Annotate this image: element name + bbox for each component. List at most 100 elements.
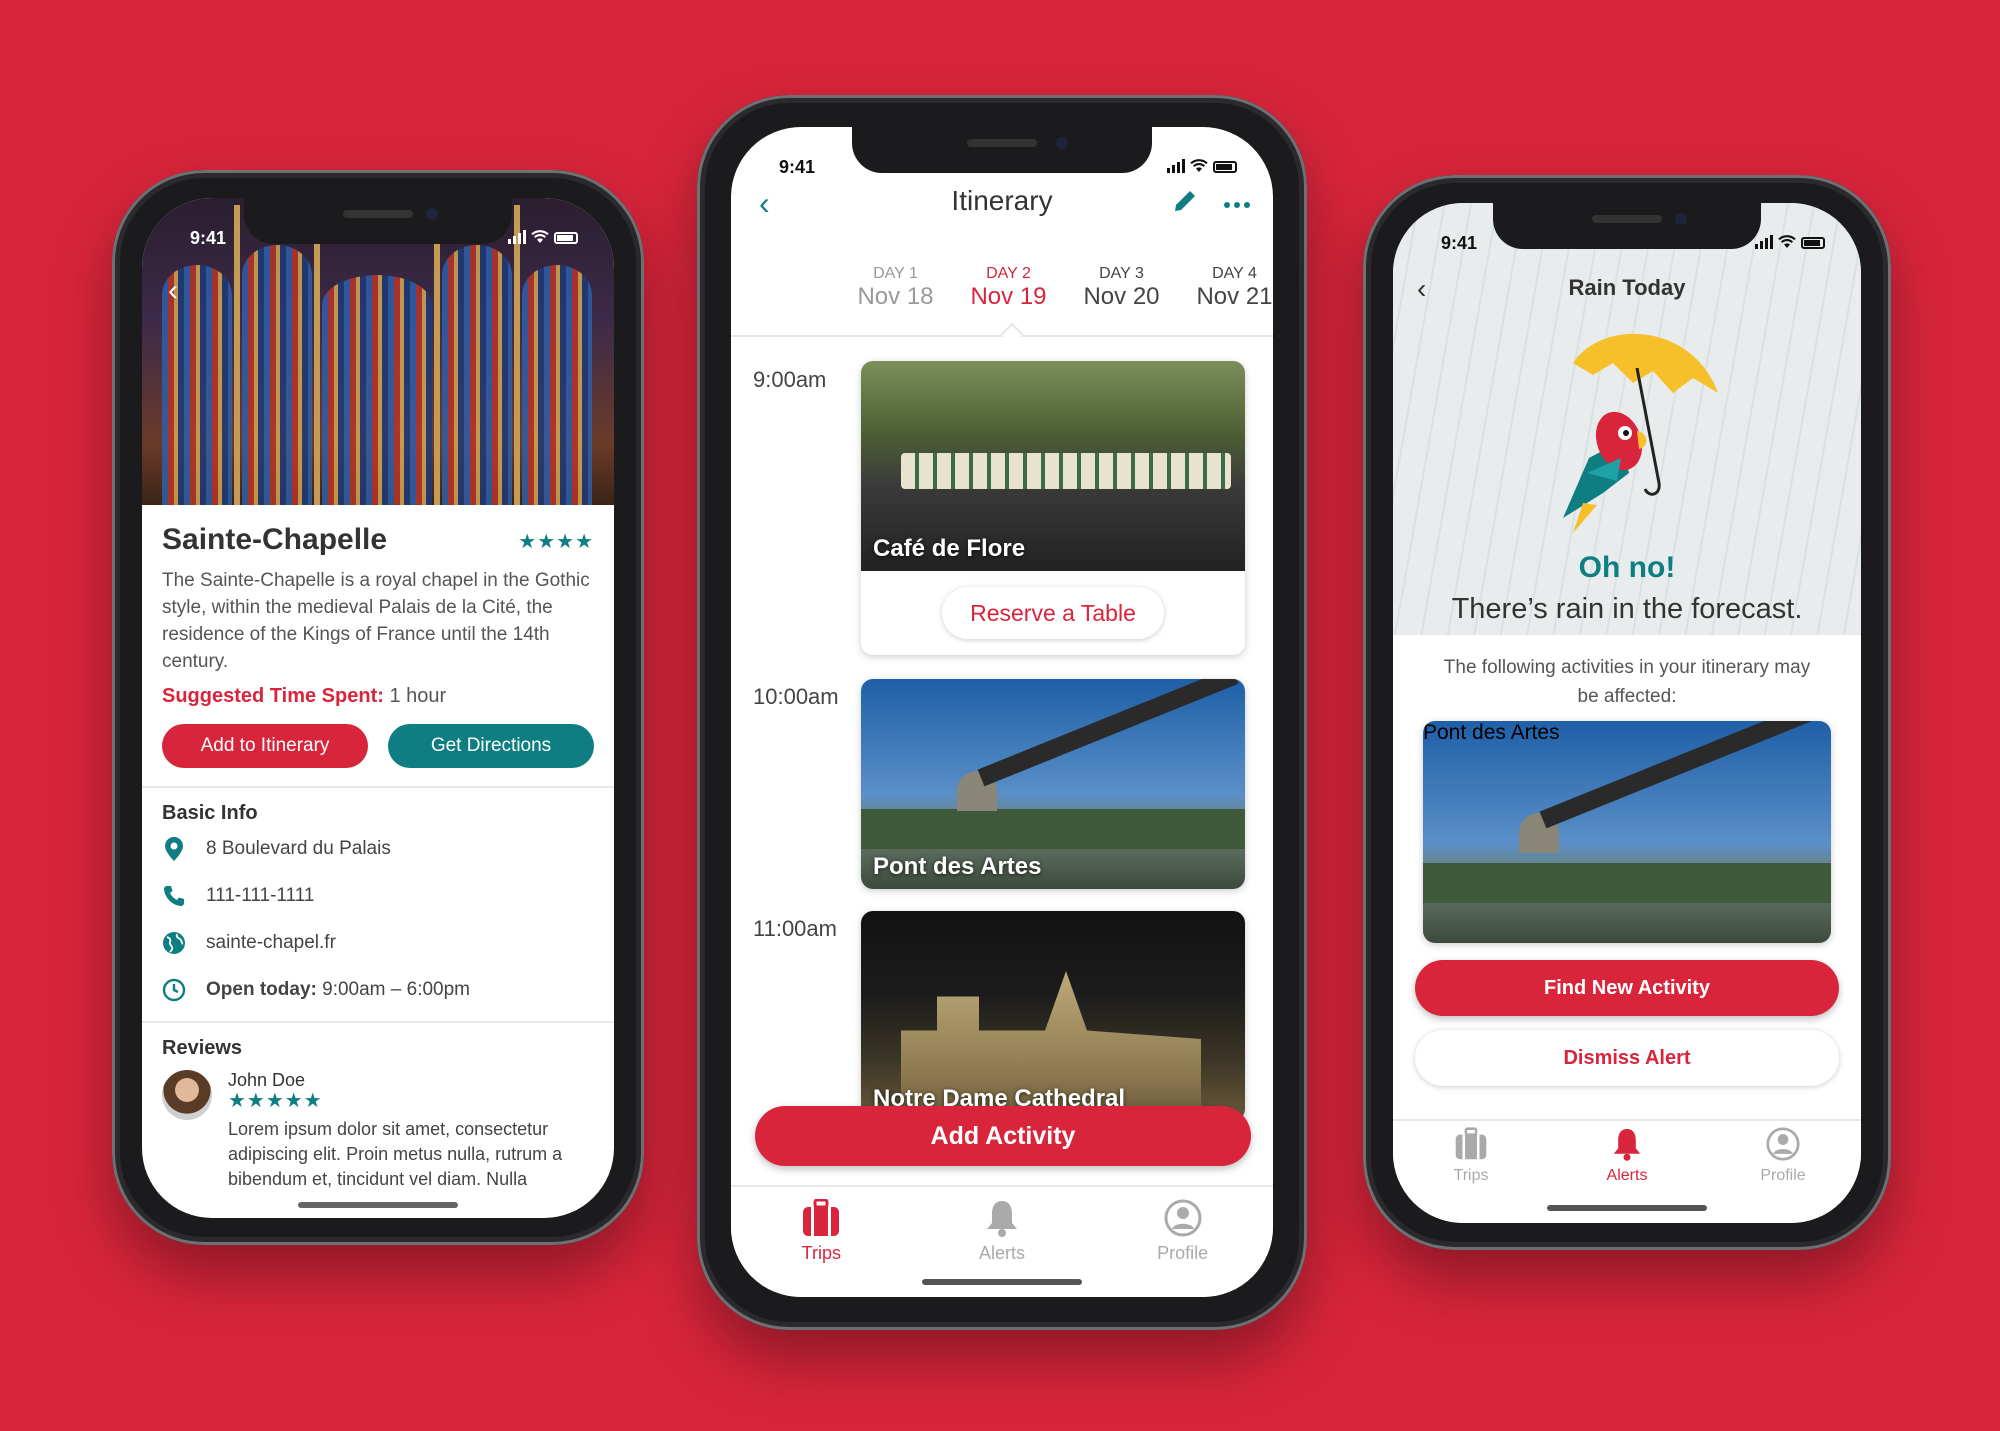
place-description: The Sainte-Chapelle is a royal chapel in…: [162, 570, 590, 672]
status-time: 9:41: [779, 157, 816, 177]
address-text: 8 Boulevard du Palais: [206, 837, 391, 859]
tab-trips[interactable]: Trips: [731, 1199, 912, 1297]
get-directions-button[interactable]: Get Directions: [388, 724, 594, 768]
wifi-icon: [1190, 159, 1208, 172]
home-indicator: [298, 1202, 458, 1208]
bell-icon: [1613, 1129, 1641, 1161]
activity-name: Café de Flore: [873, 535, 1026, 562]
suitcase-icon: [803, 1199, 840, 1236]
tab-label: Trips: [1453, 1167, 1489, 1184]
activity-photo: Notre Dame Cathedral: [861, 911, 1245, 1121]
page-title: Rain Today: [1568, 275, 1686, 300]
suggested-time-label: Suggested Time Spent:: [162, 685, 384, 707]
phone-place-details: 9:41 ‹ Sainte-Chapelle ★★★★ The Sainte-C…: [112, 170, 644, 1245]
suggested-time-value: 1 hour: [389, 685, 447, 707]
tab-trips[interactable]: Trips: [1393, 1127, 1549, 1223]
time-slot-label: 10:00am: [753, 684, 839, 709]
tab-day-1[interactable]: DAY 1 Nov 18: [839, 265, 952, 311]
tab-day-2[interactable]: DAY 2 Nov 19: [952, 265, 1065, 311]
place-details-screen: 9:41 ‹ Sainte-Chapelle ★★★★ The Sainte-C…: [142, 198, 614, 1218]
hours-row: Open today: 9:00am – 6:00pm: [162, 966, 594, 1013]
affected-activity-card[interactable]: Pont des Artes: [1423, 721, 1831, 943]
signal-icon: [1755, 235, 1773, 249]
activity-photo: Pont des Artes: [861, 679, 1245, 889]
home-indicator: [922, 1279, 1082, 1285]
divider: [142, 1021, 614, 1023]
selected-day-caret: [1000, 322, 1024, 346]
rain-alert-screen: 9:41 ‹ Rain Today Oh no! There’s rain in…: [1393, 203, 1861, 1223]
battery-icon: [1801, 237, 1825, 249]
profile-icon: [1164, 1199, 1202, 1237]
tab-day-3[interactable]: DAY 3 Nov 20: [1065, 265, 1178, 311]
battery-icon: [1213, 161, 1237, 173]
website-row[interactable]: sainte-chapel.fr: [162, 919, 594, 966]
review-item: John Doe ★★★★★ Lorem ipsum dolor sit ame…: [162, 1070, 594, 1192]
add-to-itinerary-button[interactable]: Add to Itinerary: [162, 724, 368, 768]
more-options-icon[interactable]: [1223, 183, 1251, 217]
time-slot-label: 11:00am: [753, 916, 837, 941]
tab-label: Alerts: [1606, 1167, 1648, 1184]
place-info: Sainte-Chapelle ★★★★ The Sainte-Chapelle…: [142, 505, 614, 1218]
parrot-umbrella-illustration: [1563, 333, 1718, 533]
reviews-title: Reviews: [162, 1037, 243, 1059]
reserve-table-button[interactable]: Reserve a Table: [942, 587, 1164, 639]
phone-icon: [162, 884, 186, 908]
divider: [142, 786, 614, 788]
tab-day-4[interactable]: DAY 4 Nov 21: [1178, 265, 1273, 311]
notch: [244, 198, 512, 244]
notch: [852, 127, 1152, 173]
back-chevron-icon[interactable]: ‹: [168, 274, 178, 308]
globe-icon: [162, 931, 186, 955]
location-pin-icon: [162, 836, 186, 861]
activity-card-notre-dame[interactable]: Notre Dame Cathedral: [861, 911, 1245, 1121]
review-stars: ★★★★★: [228, 1090, 323, 1112]
activity-card-cafe[interactable]: Café de Flore Reserve a Table: [861, 361, 1245, 655]
tab-label: Alerts: [979, 1243, 1026, 1263]
address-row[interactable]: 8 Boulevard du Palais: [162, 825, 594, 872]
day-selector: DAY 1 Nov 18 DAY 2 Nov 19 DAY 3 Nov 20 D…: [839, 265, 1273, 311]
open-today-label: Open today:: [206, 978, 317, 1000]
clock-icon: [162, 978, 186, 1002]
suitcase-icon: [1455, 1127, 1487, 1160]
dismiss-alert-button[interactable]: Dismiss Alert: [1415, 1030, 1839, 1086]
phone-row[interactable]: 111-111-1111: [162, 872, 594, 919]
tab-label: Profile: [1157, 1243, 1209, 1263]
signal-icon: [508, 230, 526, 244]
wifi-icon: [1778, 235, 1796, 248]
basic-info-title: Basic Info: [162, 802, 258, 824]
review-text: Lorem ipsum dolor sit amet, consectetur …: [228, 1119, 563, 1189]
add-activity-button[interactable]: Add Activity: [755, 1106, 1251, 1166]
tab-profile[interactable]: Profile: [1092, 1199, 1273, 1297]
alert-headline: Oh no!: [1578, 551, 1676, 584]
phone-text: 111-111-1111: [206, 884, 315, 906]
itinerary-screen: 9:41 ‹ Itinerary DAY 1 Nov 18 DAY 2 Nov …: [731, 127, 1273, 1297]
activity-card-pont-des-artes[interactable]: Pont des Artes: [861, 679, 1245, 889]
tab-label: Trips: [801, 1243, 841, 1263]
website-text: sainte-chapel.fr: [206, 931, 336, 953]
signal-icon: [1167, 159, 1185, 173]
reviewer-name: John Doe: [228, 1070, 306, 1090]
notch: [1493, 203, 1761, 249]
activity-name: Pont des Artes: [873, 853, 1042, 880]
time-slot-label: 9:00am: [753, 367, 827, 392]
alert-message: There’s rain in the forecast.: [1451, 593, 1803, 625]
tab-label: Profile: [1760, 1167, 1806, 1184]
profile-icon: [1766, 1127, 1800, 1161]
phone-rain-alert: 9:41 ‹ Rain Today Oh no! There’s rain in…: [1363, 175, 1891, 1250]
battery-icon: [554, 232, 578, 244]
find-new-activity-button[interactable]: Find New Activity: [1415, 960, 1839, 1016]
activity-photo: Pont des Artes: [1423, 721, 1831, 943]
pencil-icon[interactable]: [1171, 187, 1199, 222]
avatar: [162, 1070, 212, 1120]
wifi-icon: [531, 230, 549, 243]
tab-profile[interactable]: Profile: [1705, 1127, 1861, 1223]
open-hours: 9:00am – 6:00pm: [322, 978, 470, 1000]
affected-text: The following activities in your itinera…: [1443, 657, 1811, 707]
status-time: 9:41: [190, 228, 227, 248]
home-indicator: [1547, 1205, 1707, 1211]
activity-photo: Café de Flore: [861, 361, 1245, 571]
status-time: 9:41: [1441, 233, 1478, 253]
rating-stars: ★★★★: [518, 531, 594, 553]
phone-itinerary: 9:41 ‹ Itinerary DAY 1 Nov 18 DAY 2 Nov …: [697, 95, 1307, 1330]
suggested-time: Suggested Time Spent: 1 hour: [162, 685, 594, 708]
